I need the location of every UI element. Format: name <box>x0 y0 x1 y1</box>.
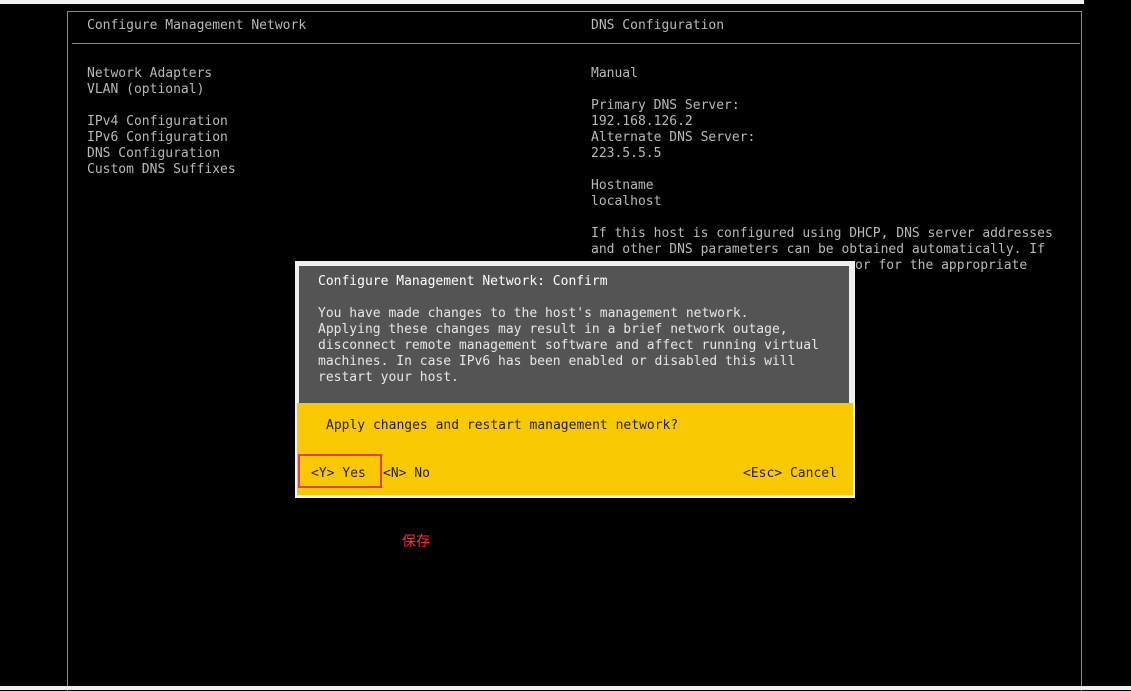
cancel-button[interactable]: <Esc> Cancel <box>743 466 837 482</box>
alternate-dns-label: Alternate DNS Server: <box>591 130 756 145</box>
dialog-question: Apply changes and restart management net… <box>326 418 679 433</box>
menu-item-custom-dns-suffixes[interactable]: Custom DNS Suffixes <box>87 162 236 178</box>
primary-dns-value: 192.168.126.2 <box>591 114 693 129</box>
dialog-title: Configure Management Network: Confirm <box>318 274 608 289</box>
dialog-message-line: machines. In case IPv6 has been enabled … <box>318 354 796 369</box>
dialog-message-line: Applying these changes may result in a b… <box>318 322 788 337</box>
dns-mode: Manual <box>591 66 638 81</box>
no-button[interactable]: <N> No <box>383 466 430 482</box>
left-menu-header: Configure Management Network <box>87 18 307 33</box>
alternate-dns-value: 223.5.5.5 <box>591 146 662 161</box>
dialog-message-line: You have made changes to the host's mana… <box>318 306 749 321</box>
help-text-line: or for the appropriate <box>855 258 1028 273</box>
dialog-message-line: restart your host. <box>318 370 459 385</box>
dialog-message-area: Configure Management Network: Confirm Yo… <box>299 266 849 403</box>
right-edge <box>1084 0 1131 690</box>
bottom-edge <box>0 686 1131 690</box>
annotation-save: 保存 <box>402 534 430 550</box>
menu-item-dns-configuration[interactable]: DNS Configuration <box>87 146 220 162</box>
dialog-message-line: disconnect remote management software an… <box>318 338 819 353</box>
yes-highlight-box <box>298 454 382 488</box>
menu-item-network-adapters[interactable]: Network Adapters <box>87 66 212 82</box>
menu-item-vlan[interactable]: VLAN (optional) <box>87 82 204 98</box>
hostname-value: localhost <box>591 194 662 209</box>
primary-dns-label: Primary DNS Server: <box>591 98 740 113</box>
menu-item-ipv4[interactable]: IPv4 Configuration <box>87 114 228 130</box>
top-edge <box>0 0 1131 4</box>
menu-item-ipv6[interactable]: IPv6 Configuration <box>87 130 228 146</box>
help-text-line: If this host is configured using DHCP, D… <box>591 226 1053 241</box>
right-panel-header: DNS Configuration <box>591 18 725 33</box>
help-text-line: and other DNS parameters can be obtained… <box>591 242 1045 257</box>
hostname-label: Hostname <box>591 178 654 193</box>
header-divider <box>72 43 1080 44</box>
